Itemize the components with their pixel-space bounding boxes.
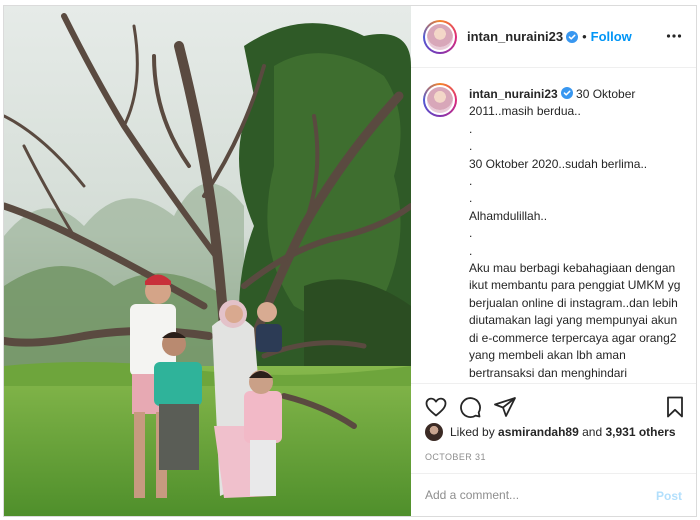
bookmark-icon[interactable] xyxy=(663,395,687,419)
caption-username[interactable]: intan_nuraini23 xyxy=(469,87,558,101)
comment-input[interactable] xyxy=(425,488,645,502)
post-date[interactable]: OCTOBER 31 xyxy=(425,452,486,462)
header-separator: • xyxy=(582,29,587,44)
post-caption: intan_nuraini23 30 Oktober 2011..masih b… xyxy=(469,86,687,382)
author-avatar[interactable] xyxy=(423,19,457,54)
more-options-icon[interactable] xyxy=(666,28,682,44)
likes-middle: and xyxy=(582,425,603,439)
comment-box: Post xyxy=(411,473,696,516)
caption-author-avatar[interactable] xyxy=(423,83,457,117)
author-username[interactable]: intan_nuraini23 xyxy=(467,29,563,44)
verified-badge-icon xyxy=(566,30,579,43)
caption-verified-badge-icon xyxy=(560,87,573,99)
comment-icon[interactable] xyxy=(458,395,482,419)
caption-text: 30 Oktober 2011..masih berdua.. . . 30 O… xyxy=(469,87,681,380)
likes-count[interactable]: 3,931 others xyxy=(605,425,675,439)
family-photo-image xyxy=(4,6,411,516)
share-icon[interactable] xyxy=(493,395,517,419)
likes-prefix: Liked by xyxy=(450,425,495,439)
post-photo[interactable] xyxy=(4,6,411,516)
post-actions: Liked by asmirandah89 and 3,931 others O… xyxy=(411,383,696,483)
post-header: intan_nuraini23 • Follow xyxy=(411,6,696,68)
follow-button[interactable]: Follow xyxy=(591,29,632,44)
post-comment-button[interactable]: Post xyxy=(656,489,682,503)
liker-username[interactable]: asmirandah89 xyxy=(498,425,579,439)
liker-avatar[interactable] xyxy=(425,423,443,441)
heart-icon[interactable] xyxy=(424,395,448,419)
caption-area[interactable]: intan_nuraini23 30 Oktober 2011..masih b… xyxy=(411,69,696,382)
post-side-panel: intan_nuraini23 • Follow intan_nuraini23… xyxy=(411,6,696,516)
likes-summary: Liked by asmirandah89 and 3,931 others xyxy=(425,423,676,441)
